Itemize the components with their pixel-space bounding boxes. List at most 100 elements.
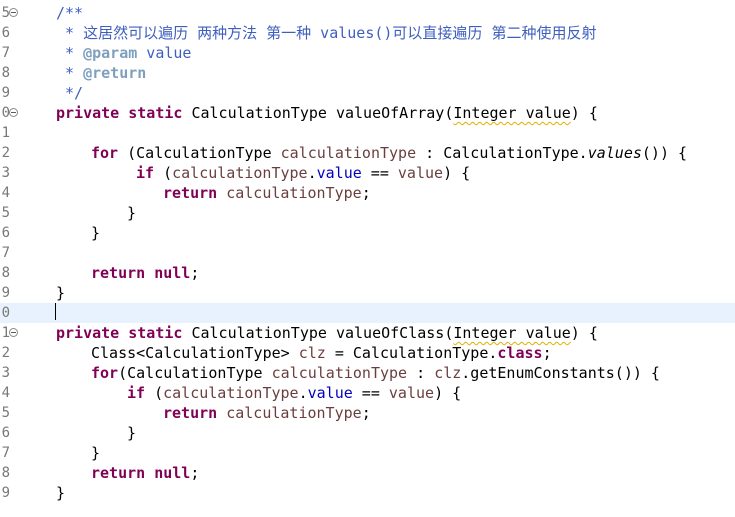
code-line[interactable]: 9} [0,483,735,503]
code-text: * 这居然可以遍历 两种方法 第一种 values()可以直接遍历 第二种使用反… [56,23,596,43]
code-token: private [56,104,120,122]
code-text: return calculationType; [163,403,371,423]
code-token: } [127,424,137,442]
code-token: clz [298,344,326,362]
code-line[interactable]: 9} [0,283,735,303]
code-line[interactable]: 6 * 这居然可以遍历 两种方法 第一种 values()可以直接遍历 第二种使… [0,23,735,43]
code-token: calculationType [163,384,299,402]
code-text: */ [56,83,83,103]
code-token: ; [361,404,371,422]
line-number: 7 [1,245,10,261]
code-line[interactable]: 1 private static CalculationType valueOfC… [0,323,735,343]
code-line[interactable]: 2 for (CalculationType calculationType : … [0,143,735,163]
code-text: return null; [91,263,199,283]
line-number: 4 [1,185,10,201]
code-line[interactable]: 8 return null; [0,463,735,483]
code-token: Integer value [453,104,571,122]
code-token: return [91,464,146,482]
code-token: calculationType [172,164,308,182]
code-token: value [397,164,444,182]
line-number: 3 [1,365,10,381]
code-token: ( [154,164,173,182]
line-number: 2 [1,145,10,161]
code-token: : [407,364,435,382]
code-token: static [128,324,183,342]
code-line[interactable]: 4 if (calculationType.value == value) { [0,383,735,403]
code-editor[interactable]: 5/** 6 * 这居然可以遍历 两种方法 第一种 values()可以直接遍历 … [0,0,735,517]
code-text: Class<CalculationType> clz = Calculation… [91,343,552,363]
code-token: null [154,464,191,482]
fold-toggle-icon[interactable] [9,8,18,17]
code-token: if [136,164,155,182]
code-token: (CalculationType [118,144,281,162]
code-token: ) { [434,384,462,402]
code-token: ()) { [641,144,688,162]
code-token: value [307,384,353,402]
line-number: 8 [1,465,10,481]
code-line[interactable]: 6} [0,423,735,443]
code-token: ; [361,184,371,202]
line-number: 7 [1,445,10,461]
code-token: clz [434,364,462,382]
code-text: private static CalculationType valueOfAr… [56,103,598,123]
code-line[interactable]: 8 * @return [0,63,735,83]
code-line[interactable]: 9 */ [0,83,735,103]
fold-toggle-icon[interactable] [9,108,18,117]
code-text: if (calculationType.value == value) { [136,163,470,183]
code-token: if [127,384,146,402]
code-token: ; [542,344,552,362]
code-token: ; [190,464,200,482]
code-token: ) { [570,104,598,122]
text-caret [55,303,56,320]
code-line[interactable]: 0 [0,303,735,323]
code-token: } [56,484,66,502]
code-token: values [587,144,642,162]
line-number: 3 [1,165,10,181]
code-text: * @return [56,63,146,83]
line-number: 8 [1,65,10,81]
code-token: * [56,44,84,62]
code-token: class [497,344,543,362]
code-line[interactable]: 7 * @param value [0,43,735,63]
code-text: for(CalculationType calculationType : cl… [91,363,660,383]
code-line[interactable]: 3 for(CalculationType calculationType : c… [0,363,735,383]
code-token: */ [56,84,84,102]
code-token: calculationType [271,364,408,382]
code-line[interactable]: 7} [0,443,735,463]
code-token: . [307,164,317,182]
code-token: } [56,284,66,302]
code-line[interactable]: 5/** [0,3,735,23]
code-line[interactable]: 7 [0,243,735,263]
code-text: * @param value [56,43,191,63]
code-line[interactable]: 0 private static CalculationType valueOfA… [0,103,735,123]
code-token: calculationType [226,404,362,422]
line-number: 2 [1,345,10,361]
code-line[interactable]: 6} [0,223,735,243]
code-line[interactable]: 8 return null; [0,263,735,283]
code-line[interactable]: 1 [0,123,735,143]
code-token: /** [56,4,84,22]
fold-toggle-icon[interactable] [9,328,18,337]
code-token: calculationType [226,184,362,202]
code-text: /** [56,3,83,23]
code-text: } [127,423,136,443]
code-line[interactable]: 5 return calculationType; [0,403,735,423]
code-token: == [361,164,398,182]
line-number: 7 [1,45,10,61]
code-token: } [91,444,101,462]
code-token: ( [145,384,164,402]
code-line[interactable]: 2 Class<CalculationType> clz = Calculatio… [0,343,735,363]
code-line[interactable]: 5} [0,203,735,223]
code-token: ) { [570,324,598,342]
code-line[interactable]: 3 if (calculationType.value == value) { [0,163,735,183]
code-text: } [56,483,65,503]
code-token: return [163,184,218,202]
code-line[interactable]: 4 return calculationType; [0,183,735,203]
line-number: 5 [1,405,10,421]
code-text: for (CalculationType calculationType : C… [91,143,687,163]
code-text: if (calculationType.value == value) { [127,383,461,403]
code-token: static [128,104,183,122]
